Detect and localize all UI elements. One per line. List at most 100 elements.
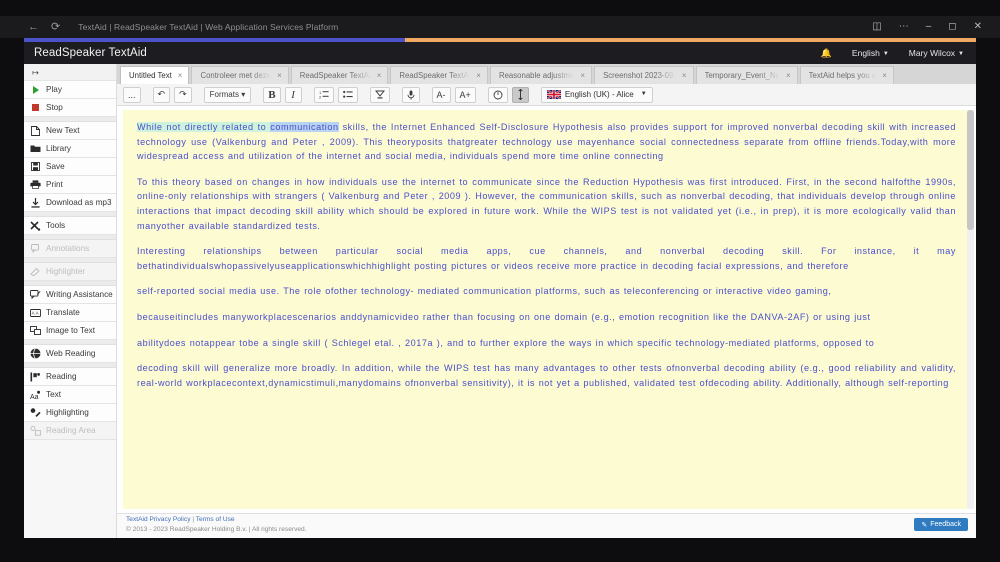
close-icon[interactable]: ✕: [974, 22, 982, 32]
editor-scrollbar-thumb[interactable]: [967, 110, 974, 230]
app-footer: TextAid Privacy Policy | Terms of Use © …: [117, 513, 976, 538]
reading-icon: [30, 372, 41, 382]
undo-button[interactable]: ↶: [152, 86, 171, 103]
text-run: self-reported social media use. The role…: [137, 286, 832, 297]
app-header: ReadSpeaker TextAid 🔔 English ▼ Mary Wilc…: [24, 42, 976, 64]
document-tab[interactable]: ReadSpeaker TextAi ×: [290, 66, 389, 84]
close-icon[interactable]: ×: [882, 71, 887, 80]
more-options-button[interactable]: ...: [123, 86, 141, 103]
terms-of-use-link[interactable]: Terms of Use: [196, 516, 235, 523]
sidebar-item-annotations: Annotations: [24, 240, 116, 258]
highlighting-icon: [30, 407, 41, 418]
highlighter-icon: [30, 267, 41, 276]
sidebar-item-tools[interactable]: Tools: [24, 217, 116, 235]
sidebar-item-label: Library: [46, 144, 72, 153]
sidebar-item-reading-area: Reading Area: [24, 422, 116, 440]
document-tab[interactable]: Screenshot 2023-09- ×: [594, 66, 694, 84]
text-run: becauseitincludes manyworkplacescenarios…: [137, 311, 871, 322]
sidebar-item-print[interactable]: Print: [24, 176, 116, 194]
app-header-right: 🔔 English ▼ Mary Wilcox ▼: [821, 48, 976, 59]
annotations-icon: [30, 244, 41, 253]
sidebar-item-stop[interactable]: Stop: [24, 99, 116, 117]
split-icon[interactable]: ◫: [872, 22, 881, 32]
document-tab[interactable]: Reasonable adjustme ×: [489, 66, 593, 84]
text-run: To this theory based on changes in how i…: [137, 176, 956, 231]
editor-paragraph: decoding skill will generalize more broa…: [137, 361, 956, 390]
close-icon[interactable]: ×: [178, 71, 183, 80]
bold-button[interactable]: B: [263, 86, 281, 103]
sidebar-item-library[interactable]: Library: [24, 140, 116, 158]
sidebar-item-new-text[interactable]: New Text: [24, 122, 116, 140]
sidebar-item-download-as-mp3[interactable]: Download as mp3: [24, 194, 116, 212]
reload-icon[interactable]: ⟳: [51, 21, 60, 33]
editor-paragraph: Interesting relationships between partic…: [137, 244, 956, 273]
text-color-icon[interactable]: [369, 86, 390, 103]
text-run: abilitydoes notappear tobe a single skil…: [137, 337, 875, 348]
sidebar-item-image-to-text[interactable]: Image to Text: [24, 322, 116, 340]
svg-text:Aa: Aa: [30, 394, 39, 400]
editor-paragraph: becauseitincludes manyworkplacescenarios…: [137, 310, 956, 325]
uk-flag-icon: [546, 90, 561, 99]
decrease-font-button[interactable]: A-: [431, 86, 451, 103]
restore-icon[interactable]: ◻: [948, 22, 956, 32]
document-tab[interactable]: TextAid helps you a ×: [799, 66, 894, 84]
feedback-button[interactable]: ✎ Feedback: [914, 518, 968, 531]
italic-button[interactable]: I: [284, 86, 302, 103]
line-spacing-icon[interactable]: [511, 86, 529, 103]
voice-language-label: English (UK) - Alice: [564, 90, 634, 99]
formats-dropdown[interactable]: Formats ▾: [203, 86, 252, 103]
close-icon[interactable]: ×: [682, 71, 687, 80]
close-icon[interactable]: ×: [580, 71, 585, 80]
redo-button[interactable]: ↷: [174, 86, 192, 103]
text-editor[interactable]: While not directly related to communicat…: [123, 110, 970, 509]
document-tab[interactable]: Controleer met deze ×: [191, 66, 289, 84]
sidebar-item-text[interactable]: Aa Text: [24, 386, 116, 404]
increase-font-button[interactable]: A+: [454, 86, 476, 103]
bell-icon[interactable]: 🔔: [821, 48, 832, 59]
back-arrow-icon[interactable]: ←: [28, 21, 39, 33]
app-brand: ReadSpeaker TextAid: [34, 47, 147, 59]
editor-container: While not directly related to communicat…: [117, 106, 976, 513]
browser-chrome-left: ← ⟳ TextAid | ReadSpeaker TextAid | Web …: [0, 21, 338, 33]
sidebar-item-highlighter: Highlighter: [24, 263, 116, 281]
editor-scrollbar[interactable]: [967, 110, 974, 509]
formats-label: Formats: [209, 90, 239, 99]
download-icon: [30, 197, 41, 208]
document-tab-label: TextAid helps you a: [808, 71, 877, 80]
sidebar-item-reading[interactable]: Reading: [24, 368, 116, 386]
sidebar-item-highlighting[interactable]: Highlighting: [24, 404, 116, 422]
sidebar-item-play[interactable]: Play: [24, 81, 116, 99]
voice-language-dropdown[interactable]: English (UK) - Alice ▼: [540, 86, 653, 103]
sidebar-item-save[interactable]: Save: [24, 158, 116, 176]
text-run: Interesting relationships between partic…: [137, 246, 956, 271]
speed-gauge-icon[interactable]: [487, 86, 508, 103]
sidebar-item-label: Text: [46, 390, 62, 399]
sidebar-item-label: Save: [46, 162, 65, 171]
sidebar-item-label: Download as mp3: [46, 198, 112, 207]
more-icon[interactable]: ⋯: [899, 22, 909, 32]
bullet-list-icon[interactable]: [337, 86, 358, 103]
sidebar-item-label: Play: [46, 85, 62, 94]
document-tab[interactable]: Untitled Text ×: [120, 66, 190, 84]
sidebar-item-writing-assistance[interactable]: Writing Assistance: [24, 286, 116, 304]
document-tab[interactable]: Temporary_Event_No ×: [695, 66, 798, 84]
chevron-down-icon: ▾: [241, 90, 246, 99]
numbered-list-icon[interactable]: 12: [313, 86, 334, 103]
sidebar-collapse-button[interactable]: ↦: [24, 64, 116, 81]
user-menu[interactable]: Mary Wilcox ▼: [909, 48, 964, 58]
close-icon[interactable]: ×: [476, 71, 481, 80]
editor-paragraph: While not directly related to communicat…: [137, 120, 956, 164]
close-icon[interactable]: ×: [277, 71, 282, 80]
sidebar-item-translate[interactable]: A A Translate: [24, 304, 116, 322]
document-tab-label: Untitled Text: [129, 71, 172, 80]
close-icon[interactable]: ×: [377, 71, 382, 80]
sidebar-item-label: Reading: [46, 372, 77, 381]
sidebar-item-web-reading[interactable]: Web Reading: [24, 345, 116, 363]
privacy-policy-link[interactable]: TextAid Privacy Policy: [126, 516, 191, 523]
microphone-icon[interactable]: [401, 86, 420, 103]
language-menu[interactable]: English ▼: [852, 48, 889, 58]
document-tab[interactable]: ReadSpeaker TextAi ×: [390, 66, 488, 84]
minimize-icon[interactable]: –: [926, 22, 932, 32]
document-tab-label: Temporary_Event_No: [704, 71, 780, 80]
close-icon[interactable]: ×: [786, 71, 791, 80]
